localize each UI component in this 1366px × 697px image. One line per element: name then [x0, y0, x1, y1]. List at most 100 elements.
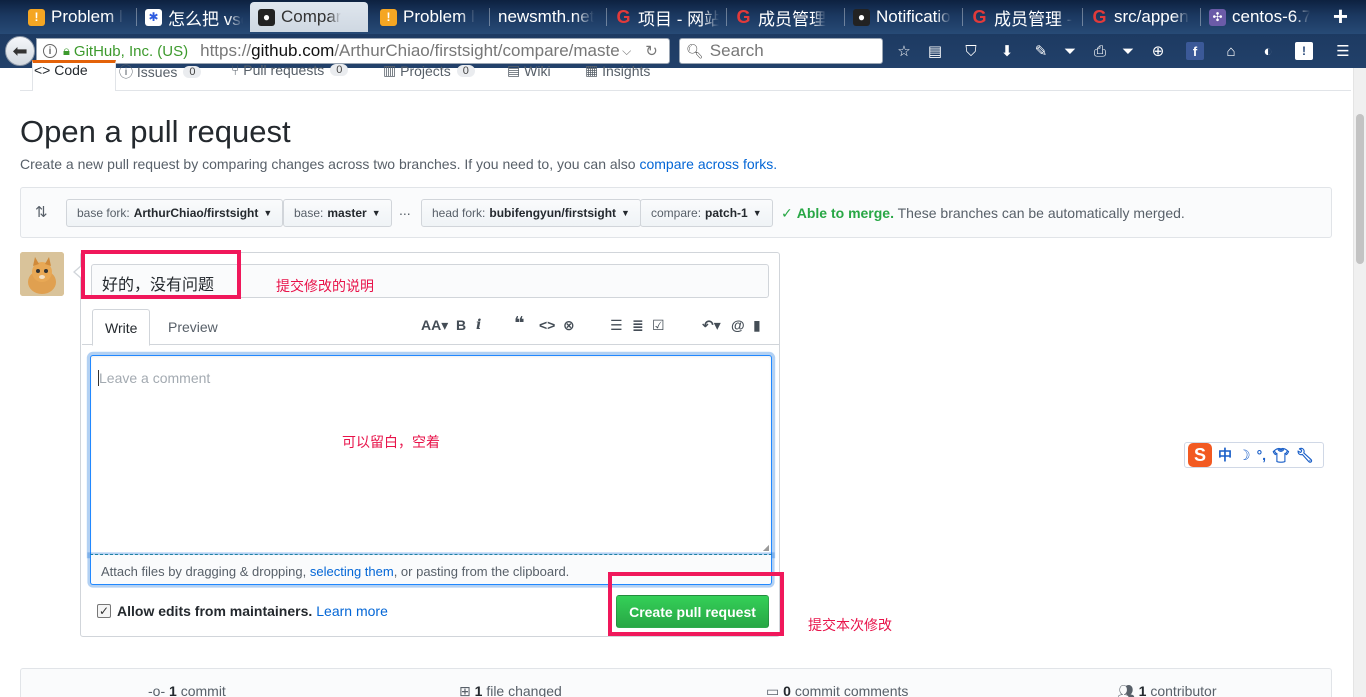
- avatar[interactable]: [20, 252, 64, 296]
- tab-label: src/appen: [1114, 7, 1189, 26]
- numbered-list-icon[interactable]: ≣: [632, 317, 644, 334]
- sogou-logo-icon[interactable]: S: [1188, 443, 1212, 467]
- chevron-down-icon[interactable]: ⏷: [1061, 42, 1079, 60]
- browser-tab-10[interactable]: G src/appen: [1083, 2, 1199, 32]
- comment-textarea[interactable]: Leave a comment ◢: [90, 355, 772, 555]
- bulleted-list-icon[interactable]: ☰: [610, 317, 623, 334]
- tab-projects[interactable]: ▥ Projects 0: [383, 62, 475, 79]
- pocket-icon[interactable]: ⛉: [962, 42, 980, 60]
- page-scrollbar[interactable]: [1353, 68, 1366, 697]
- bookmark-star-icon[interactable]: ☆: [895, 42, 913, 60]
- tab-label: newsmth.net: [498, 7, 595, 26]
- scrollbar-thumb[interactable]: [1356, 114, 1364, 264]
- browser-tab-9[interactable]: G 成员管理 -: [963, 2, 1081, 32]
- commits-stat[interactable]: -o- 1 commit: [148, 683, 226, 697]
- git-compare-icon: ⇅: [35, 204, 48, 221]
- tab-issues[interactable]: ⓘ Issues 0: [119, 62, 202, 82]
- search-input[interactable]: 🔍︎ Search: [679, 38, 883, 64]
- browser-tab-8[interactable]: ● Notificatio: [845, 2, 961, 32]
- mention-icon[interactable]: @: [731, 317, 745, 333]
- tab-label: Compar: [281, 7, 342, 26]
- tab-write[interactable]: Write: [92, 309, 151, 346]
- quote-icon[interactable]: ❝: [514, 313, 525, 334]
- ime-toolbar[interactable]: S 中 ☽ °, 👕︎ 🔧︎: [1184, 442, 1324, 468]
- compare-branch-select[interactable]: compare: patch-1 ▼: [640, 199, 773, 227]
- bold-icon[interactable]: B: [456, 317, 466, 333]
- gitee-icon: G: [616, 6, 631, 27]
- files-changed-stat[interactable]: ⊞ 1 file changed: [459, 683, 562, 697]
- reader-list-icon[interactable]: ▤: [926, 42, 944, 60]
- wrench-icon[interactable]: 🔧︎: [1296, 447, 1314, 464]
- back-button[interactable]: ⬅: [5, 36, 35, 66]
- warning-icon: !: [380, 8, 397, 26]
- selecting-them-link[interactable]: selecting them: [310, 564, 394, 579]
- extension-icon[interactable]: ✎: [1032, 42, 1050, 60]
- compare-across-forks-link[interactable]: compare across forks.: [639, 156, 777, 172]
- contributors-stat[interactable]: 👥︎ 1 contributor: [1117, 683, 1217, 697]
- new-tab-button[interactable]: +: [1333, 3, 1348, 29]
- tab-label: Problem l: [51, 7, 123, 26]
- home-icon[interactable]: ⌂: [1222, 42, 1240, 60]
- people-icon: 👥︎: [1117, 683, 1135, 697]
- italic-icon[interactable]: i: [476, 317, 481, 333]
- browser-tab-11[interactable]: ✣ centos-6.7: [1201, 2, 1316, 32]
- reload-icon[interactable]: ↻: [645, 42, 658, 60]
- allow-edits-option: ✓ Allow edits from maintainers. Learn mo…: [97, 603, 388, 619]
- browser-tab-2[interactable]: ✱ 怎么把 vsc: [137, 2, 249, 32]
- addon-icon[interactable]: !: [1295, 42, 1313, 60]
- ime-mode[interactable]: 中: [1218, 445, 1232, 465]
- resize-handle-icon[interactable]: ◢: [763, 543, 769, 552]
- learn-more-link[interactable]: Learn more: [316, 603, 388, 619]
- browser-tab-7[interactable]: G 成员管理: [727, 2, 843, 32]
- tab-code[interactable]: <> Code: [34, 62, 88, 78]
- browser-tab-6[interactable]: G 项目 - 网站: [607, 2, 725, 32]
- print-icon[interactable]: ⎙: [1091, 42, 1109, 60]
- tab-label: Notificatio: [876, 7, 951, 26]
- base-branch-select[interactable]: base: master ▼: [283, 199, 392, 227]
- browser-nav-bar: ⬅ i 🔒︎ GitHub, Inc. (US) https://github.…: [0, 34, 1366, 68]
- browser-tab-1[interactable]: ! Problem l: [20, 2, 135, 32]
- allow-edits-checkbox[interactable]: ✓: [97, 604, 111, 618]
- chevron-down-icon[interactable]: ⌵: [622, 44, 631, 59]
- github-icon: ●: [853, 8, 870, 26]
- lock-icon: 🔒︎: [63, 43, 70, 58]
- comment-placeholder: Leave a comment: [97, 370, 211, 386]
- tab-pull-requests[interactable]: ⑂ Pull requests 0: [231, 62, 349, 78]
- file-diff-icon: ⊞: [459, 683, 471, 697]
- code-icon[interactable]: <>: [539, 317, 555, 333]
- head-fork-select[interactable]: head fork: bubifengyun/firstsight ▼: [421, 199, 641, 227]
- chevron-down-icon[interactable]: ⏷: [1119, 42, 1137, 60]
- url-bar[interactable]: i 🔒︎ GitHub, Inc. (US) https://github.co…: [36, 38, 670, 64]
- info-icon[interactable]: i: [43, 44, 57, 58]
- base-fork-select[interactable]: base fork: ArthurChiao/firstsight ▼: [66, 199, 284, 227]
- browser-tab-4[interactable]: ! Problem l: [372, 2, 488, 32]
- punctuation-icon[interactable]: °,: [1257, 447, 1267, 463]
- saved-replies-icon[interactable]: ▮: [753, 317, 761, 334]
- caret-down-icon: ▼: [752, 208, 762, 218]
- globe-icon[interactable]: ⊕: [1149, 42, 1167, 60]
- tab-label: Problem l: [403, 7, 475, 26]
- menu-icon[interactable]: ☰: [1334, 42, 1352, 60]
- submit-highlight-box: [608, 572, 784, 636]
- text-size-icon[interactable]: AA▾: [421, 317, 448, 334]
- browser-tab-3-active[interactable]: ● Compar: [250, 2, 368, 32]
- reply-icon[interactable]: ↶▾: [702, 317, 721, 334]
- tab-insights[interactable]: ▦ Insights: [585, 62, 650, 79]
- search-placeholder: Search: [709, 41, 764, 60]
- merge-status: ✓ Able to merge. These branches can be au…: [781, 205, 1185, 221]
- tab-label: 成员管理 -: [994, 9, 1073, 29]
- facebook-icon[interactable]: f: [1186, 42, 1204, 60]
- skin-shirt-icon[interactable]: 👕︎: [1272, 447, 1290, 464]
- tab-preview[interactable]: Preview: [156, 309, 230, 345]
- centos-icon: ✣: [1209, 8, 1226, 26]
- link-icon[interactable]: ⊗: [563, 317, 575, 334]
- browser-tab-5[interactable]: newsmth.net: [490, 2, 605, 32]
- task-list-icon[interactable]: ☑: [652, 317, 665, 334]
- download-icon[interactable]: ⬇: [998, 42, 1016, 60]
- moon-icon[interactable]: ☽: [1238, 447, 1251, 464]
- graph-icon: ▦: [585, 62, 603, 78]
- commit-comments-stat[interactable]: ▭ 0 commit comments: [766, 683, 908, 697]
- sync-icon[interactable]: ◐: [1259, 42, 1277, 60]
- tab-wiki[interactable]: ▤ Wiki: [507, 62, 551, 79]
- repo-nav: <> Code ⓘ Issues 0 ⑂ Pull requests 0 ▥ Pro…: [20, 60, 1351, 91]
